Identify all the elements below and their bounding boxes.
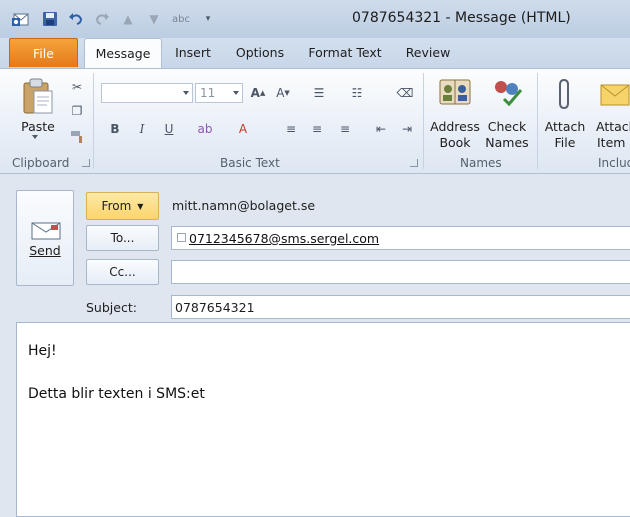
address-book-line1[interactable]: Address <box>428 119 482 135</box>
paste-icon[interactable] <box>20 77 56 117</box>
clipboard-group-label: Clipboard <box>12 156 70 170</box>
subject-label: Subject: <box>86 300 137 315</box>
subject-field[interactable]: 0787654321 <box>171 295 630 319</box>
basic-text-dialog-launcher-icon[interactable] <box>410 159 418 167</box>
names-group-label: Names <box>460 156 502 170</box>
address-book-icon[interactable] <box>438 77 472 107</box>
to-button[interactable]: To... <box>86 225 159 251</box>
check-names-icon[interactable] <box>490 77 524 107</box>
to-recipient[interactable]: 0712345678@sms.sergel.com <box>189 231 379 246</box>
cc-label: Cc... <box>109 265 136 279</box>
undo-icon[interactable] <box>66 9 86 29</box>
recipient-icon <box>177 233 186 242</box>
tab-file[interactable]: File <box>9 38 78 67</box>
redo-icon[interactable] <box>92 9 112 29</box>
increase-indent-icon[interactable]: ⇥ <box>398 121 416 137</box>
font-color-icon[interactable]: A <box>234 121 252 137</box>
check-names-line1[interactable]: Check <box>484 119 530 135</box>
up-icon[interactable]: ▲ <box>118 9 138 29</box>
outlook-icon[interactable] <box>11 9 31 29</box>
send-label: Send <box>29 243 61 258</box>
tab-format-text[interactable]: Format Text <box>302 38 388 68</box>
ribbon: Paste ✂ ❐ Clipboard 11 A ▲ A ▼ ☰ ☷ ⌫ B I U… <box>0 68 630 174</box>
subject-value: 0787654321 <box>175 300 255 315</box>
attach-item-icon[interactable] <box>600 81 630 107</box>
send-icon <box>31 221 61 241</box>
spelling-icon[interactable]: abc <box>170 9 192 29</box>
shrink-font-icon[interactable]: A ▼ <box>274 85 292 101</box>
window-title: 0787654321 - Message (HTML) <box>352 10 571 26</box>
font-size-combo[interactable]: 11 <box>195 83 243 103</box>
clear-formatting-icon[interactable]: ⌫ <box>396 85 414 101</box>
attach-file-line2[interactable]: File <box>542 135 588 151</box>
attach-file-line1[interactable]: Attach <box>542 119 588 135</box>
check-names-line2[interactable]: Names <box>484 135 530 151</box>
font-size-value: 11 <box>200 86 216 100</box>
align-right-icon[interactable]: ≡ <box>336 121 354 137</box>
bold-icon[interactable]: B <box>106 121 124 137</box>
highlight-icon[interactable]: ab <box>196 121 214 137</box>
save-icon[interactable] <box>40 9 60 29</box>
align-center-icon[interactable]: ≡ <box>308 121 326 137</box>
underline-icon[interactable]: U <box>160 121 178 137</box>
clipboard-dialog-launcher-icon[interactable] <box>82 159 90 167</box>
paste-label[interactable]: Paste <box>18 119 58 135</box>
body-line: Detta blir texten i SMS:et <box>28 386 205 402</box>
copy-icon[interactable]: ❐ <box>68 103 86 119</box>
grow-font-icon[interactable]: A ▲ <box>249 85 267 101</box>
to-label: To... <box>110 231 135 245</box>
cc-button[interactable]: Cc... <box>86 259 159 285</box>
message-body-editor[interactable]: Hej! Detta blir texten i SMS:et <box>16 322 630 517</box>
cut-icon[interactable]: ✂ <box>68 79 86 95</box>
numbering-icon[interactable]: ☷ <box>348 85 366 101</box>
body-line: Hej! <box>28 343 57 359</box>
from-label: From <box>101 199 132 213</box>
align-left-icon[interactable]: ≡ <box>282 121 300 137</box>
include-group-label: Includ <box>598 156 630 170</box>
italic-icon[interactable]: I <box>133 121 151 137</box>
bullets-icon[interactable]: ☰ <box>310 85 328 101</box>
attach-item-line2[interactable]: Item <box>597 135 630 151</box>
basic-text-group-label: Basic Text <box>220 156 280 170</box>
tab-review[interactable]: Review <box>398 38 458 68</box>
from-address: mitt.namn@bolaget.se <box>172 198 316 213</box>
chevron-down-icon: ▼ <box>137 201 144 211</box>
paste-dropdown-icon[interactable] <box>32 135 38 139</box>
attach-item-line1[interactable]: Attach <box>596 119 630 135</box>
tab-options[interactable]: Options <box>228 38 292 68</box>
address-book-line2[interactable]: Book <box>428 135 482 151</box>
group-separator <box>93 73 94 169</box>
send-button[interactable]: Send <box>16 190 74 286</box>
decrease-indent-icon[interactable]: ⇤ <box>372 121 390 137</box>
format-painter-icon[interactable] <box>68 129 86 145</box>
from-button[interactable]: From ▼ <box>86 192 159 220</box>
font-name-combo[interactable] <box>101 83 193 103</box>
group-separator <box>537 73 538 169</box>
to-field[interactable]: 0712345678@sms.sergel.com <box>171 226 630 250</box>
tab-insert[interactable]: Insert <box>166 38 220 68</box>
title-bar: ▲ ▼ abc ▾ 0787654321 - Message (HTML) <box>0 0 630 38</box>
paperclip-icon[interactable] <box>556 77 574 111</box>
tab-message[interactable]: Message <box>84 38 162 69</box>
down-icon[interactable]: ▼ <box>144 9 164 29</box>
group-separator <box>423 73 424 169</box>
customize-icon[interactable]: ▾ <box>198 9 218 29</box>
ribbon-tabs: File Message Insert Options Format Text … <box>0 38 630 69</box>
cc-field[interactable] <box>171 260 630 284</box>
